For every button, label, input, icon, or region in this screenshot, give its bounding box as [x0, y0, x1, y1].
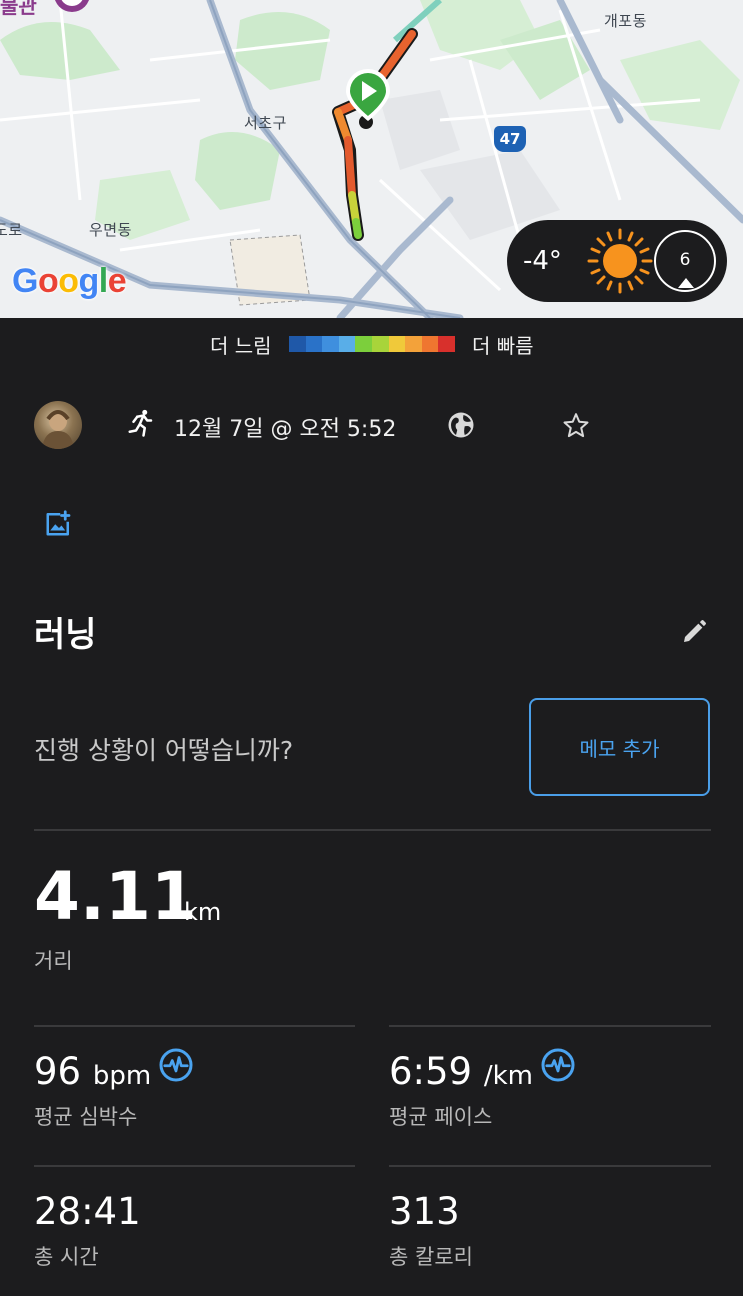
avg-hr-unit: bpm — [92, 1061, 152, 1091]
map-label-gaepo: 개포동 — [604, 12, 647, 30]
route-map[interactable]: 물관 개포동 서초구 우면동 도로 47 Google -4° 6 — [0, 0, 743, 318]
legend-color-segment — [421, 336, 439, 352]
pencil-icon[interactable] — [679, 617, 709, 647]
legend-color-segment — [405, 336, 422, 352]
legend-slow-label: 더 느림 — [210, 334, 272, 358]
divider — [389, 1165, 711, 1167]
avatar[interactable] — [34, 401, 82, 449]
calories-label: 총 칼로리 — [389, 1245, 473, 1269]
avg-hr-stat[interactable]: 96 bpm — [34, 1050, 151, 1093]
total-time-label: 총 시간 — [34, 1245, 99, 1269]
pace-legend: 더 느림 더 빠름 — [0, 330, 743, 358]
google-letter: g — [78, 262, 100, 300]
google-letter: l — [98, 262, 108, 300]
legend-color-segment — [338, 336, 356, 352]
avg-pace-unit: /km — [483, 1061, 534, 1091]
sun-icon — [587, 228, 653, 294]
add-photo-icon[interactable] — [44, 508, 74, 538]
activity-title: 러닝 — [34, 615, 97, 655]
memo-prompt: 진행 상황이 어떻습니까? — [34, 736, 294, 765]
legend-color-segment — [322, 336, 339, 352]
highway-shield: 47 — [494, 126, 526, 152]
divider — [34, 1165, 355, 1167]
legend-color-segment — [355, 336, 372, 352]
map-label-ro: 도로 — [0, 221, 23, 239]
divider — [389, 1025, 711, 1027]
heart-rate-chart-icon[interactable] — [158, 1047, 194, 1083]
avg-pace-stat[interactable]: 6:59 /km — [389, 1050, 533, 1093]
distance-unit: km — [184, 898, 222, 926]
map-label-seocho: 서초구 — [244, 114, 287, 132]
avg-hr-value: 96 — [34, 1050, 82, 1093]
distance-value: 4.11 — [34, 858, 197, 935]
activity-datetime: 12월 7일 @ 오전 5:52 — [174, 417, 397, 442]
google-letter: e — [107, 262, 127, 300]
globe-icon[interactable] — [446, 410, 476, 440]
map-label-umyeon: 우면동 — [89, 221, 132, 239]
avatar-image — [42, 410, 74, 449]
google-letter: o — [37, 262, 59, 300]
legend-color-segment — [289, 336, 306, 352]
add-memo-button[interactable]: 메모 추가 — [529, 698, 710, 796]
legend-color-segment — [388, 336, 406, 352]
pace-chart-icon[interactable] — [540, 1047, 576, 1083]
legend-fast-label: 더 빠름 — [472, 334, 534, 358]
calories-value: 313 — [389, 1190, 460, 1233]
start-marker[interactable] — [346, 69, 390, 129]
running-icon — [128, 409, 153, 437]
avg-pace-value: 6:59 — [389, 1050, 473, 1093]
distance-label: 거리 — [34, 949, 73, 973]
star-outline-icon[interactable] — [561, 411, 591, 441]
google-letter: G — [12, 262, 38, 300]
google-letter: o — [58, 262, 79, 300]
pace-gradient-bar — [289, 336, 455, 352]
legend-color-segment — [438, 336, 455, 352]
legend-color-segment — [371, 336, 389, 352]
wind-indicator: 6 — [654, 230, 716, 292]
temperature: -4° — [523, 246, 562, 276]
google-logo: Google — [12, 262, 127, 301]
wind-speed: 6 — [679, 250, 691, 270]
divider — [34, 829, 711, 831]
total-time-value: 28:41 — [34, 1190, 141, 1233]
weather-widget[interactable]: -4° 6 — [507, 220, 727, 302]
map-label-top: 물관 — [0, 0, 37, 18]
divider — [34, 1025, 355, 1027]
avg-pace-label: 평균 페이스 — [389, 1105, 493, 1129]
legend-color-segment — [305, 336, 323, 352]
avg-hr-label: 평균 심박수 — [34, 1105, 138, 1129]
